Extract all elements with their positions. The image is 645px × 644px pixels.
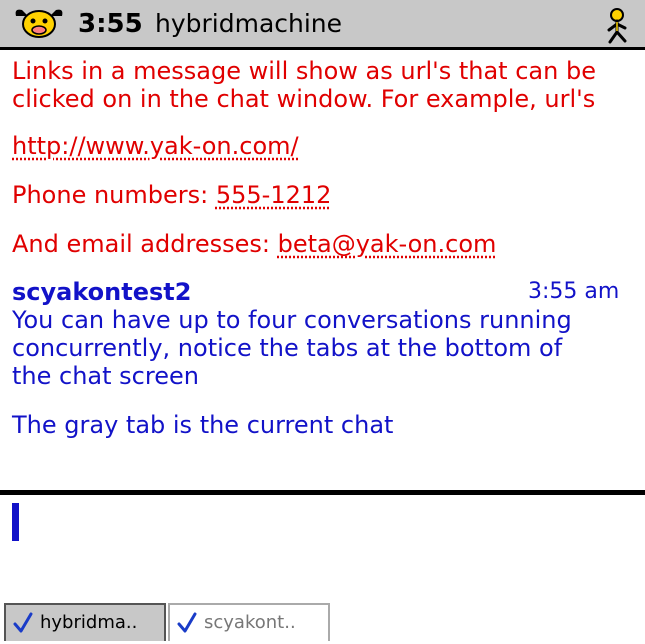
text-cursor — [12, 503, 19, 541]
tab-scyakontest2[interactable]: scyakont.. — [168, 603, 330, 641]
app-window: 3:55 hybridmachine Links in a message wi… — [0, 0, 645, 644]
chat-window[interactable]: Links in a message will show as url's th… — [0, 50, 645, 490]
message-line: The gray tab is the current chat — [12, 411, 394, 439]
yak-icon — [15, 9, 63, 38]
phone-label: Phone numbers: — [12, 181, 216, 209]
message-line: Links in a message will show as url's th… — [12, 57, 596, 85]
phone-link[interactable]: 555-1212 — [216, 181, 332, 209]
message-input[interactable] — [8, 497, 638, 597]
tab-label: scyakont.. — [204, 612, 296, 633]
title-bar: 3:55 hybridmachine — [0, 0, 645, 50]
buddy-name: hybridmachine — [155, 9, 343, 38]
tab-hybridmachine[interactable]: hybridma.. — [4, 603, 166, 641]
checkmark-icon — [177, 612, 197, 633]
person-status-icon[interactable] — [602, 8, 632, 44]
conversation-tabs: hybridma.. scyakont.. — [0, 600, 645, 644]
message-line: the chat screen — [12, 362, 199, 390]
sender-name: scyakontest2 — [12, 278, 192, 306]
clock-time: 3:55 — [78, 9, 143, 39]
email-link[interactable]: beta@yak-on.com — [278, 230, 497, 258]
message-timestamp: 3:55 am — [528, 279, 620, 304]
email-label: And email addresses: — [12, 230, 278, 258]
message-line: You can have up to four conversations ru… — [12, 306, 572, 334]
url-line: http://www.yak-on.com/ — [12, 132, 642, 160]
message-line: clicked on in the chat window. For examp… — [12, 85, 596, 113]
message-line: concurrently, notice the tabs at the bot… — [12, 334, 563, 362]
phone-line: Phone numbers: 555-1212 — [12, 181, 642, 209]
tab-label: hybridma.. — [40, 612, 138, 633]
divider — [0, 490, 645, 495]
checkmark-icon — [13, 612, 33, 633]
url-link[interactable]: http://www.yak-on.com/ — [12, 132, 299, 160]
email-line: And email addresses: beta@yak-on.com — [12, 230, 642, 258]
